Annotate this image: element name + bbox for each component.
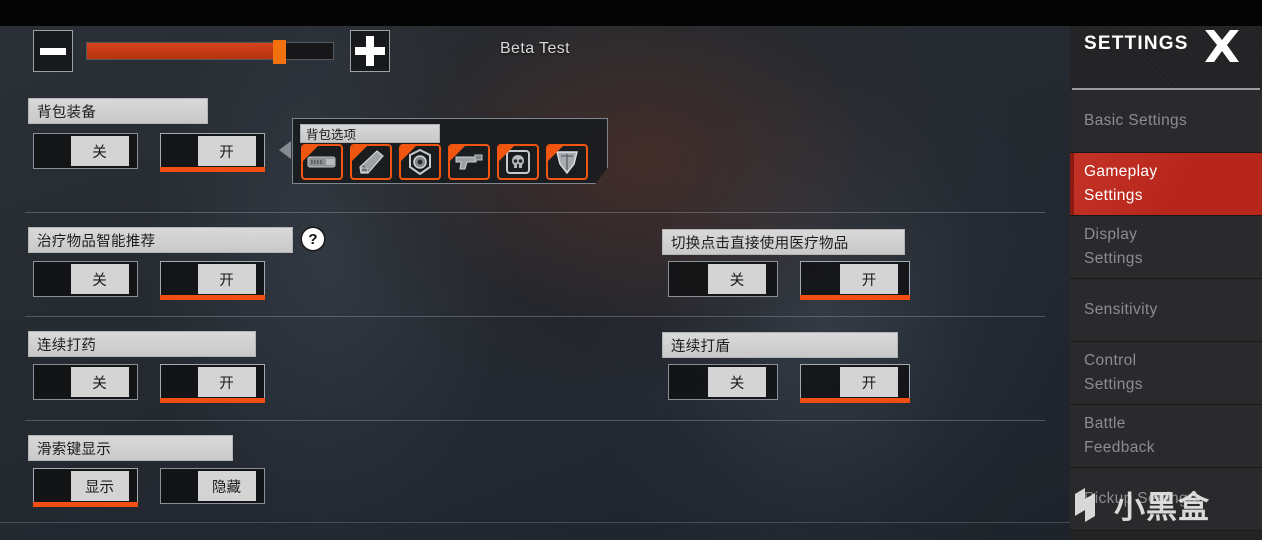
settings-sidebar: SETTINGS Basic Settings Gameplay Setting… bbox=[1070, 0, 1262, 540]
option-continuous-heal: 连续打药 bbox=[28, 331, 256, 357]
continuous-heal-on-button[interactable]: 开 bbox=[160, 364, 265, 403]
top-black-bar bbox=[0, 0, 1262, 26]
backpack-gear-off-button[interactable]: 关 bbox=[33, 133, 138, 169]
sidebar-item-battle-feedback[interactable]: Battle Feedback bbox=[1070, 405, 1262, 468]
sidebar-item-pickup-settings[interactable]: Pickup Settings bbox=[1070, 468, 1262, 531]
sidebar-item-label: Control bbox=[1084, 351, 1137, 369]
sidebar-item-sensitivity[interactable]: Sensitivity bbox=[1070, 279, 1262, 342]
toggle-text: 隐藏 bbox=[197, 471, 256, 501]
sidebar-item-label-2: Settings bbox=[1084, 187, 1143, 204]
settings-main-pane: Beta Test 背包装备 关 开 背包选项 治疗物品智能推荐 ? 关 开 切… bbox=[0, 0, 1070, 540]
sidebar-item-label: Battle bbox=[1084, 414, 1126, 432]
toggle-text: 开 bbox=[840, 264, 898, 294]
option-tap-to-use-heal: 切换点击直接使用医疗物品 bbox=[662, 229, 905, 255]
sidebar-item-display-settings[interactable]: Display Settings bbox=[1070, 216, 1262, 279]
sidebar-item-label-2: Feedback bbox=[1084, 439, 1155, 456]
weapon-attachment-icon[interactable] bbox=[350, 144, 392, 180]
flyout-title: 背包选项 bbox=[300, 124, 440, 143]
toggle-text: 关 bbox=[70, 136, 129, 166]
option-label: 连续打药 bbox=[28, 331, 256, 357]
bottom-separator bbox=[0, 522, 1070, 523]
sidebar-item-gameplay-settings[interactable]: Gameplay Settings bbox=[1070, 153, 1262, 216]
sidebar-item-label: Basic Settings bbox=[1084, 111, 1188, 129]
flyout-pointer-icon bbox=[279, 141, 291, 159]
option-backpack-gear: 背包装备 bbox=[28, 98, 208, 124]
zipline-key-toggles: 显示 隐藏 bbox=[33, 468, 265, 507]
tap-to-use-heal-off-button[interactable]: 关 bbox=[668, 261, 778, 297]
help-icon[interactable]: ? bbox=[302, 228, 324, 250]
body-shield-icon[interactable] bbox=[546, 144, 588, 180]
tap-to-use-heal-on-button[interactable]: 开 bbox=[800, 261, 910, 300]
continuous-shield-toggles: 关 开 bbox=[668, 364, 910, 403]
toggle-text: 开 bbox=[197, 264, 256, 294]
sidebar-item-label: Display bbox=[1084, 225, 1138, 243]
smart-heal-toggles: 关 开 bbox=[33, 261, 265, 300]
sidebar-item-label: Sensitivity bbox=[1084, 300, 1158, 318]
toggle-text: 关 bbox=[70, 264, 129, 294]
option-label: 治疗物品智能推荐 bbox=[28, 227, 293, 253]
smart-heal-off-button[interactable]: 关 bbox=[33, 261, 138, 297]
continuous-heal-toggles: 关 开 bbox=[33, 364, 265, 403]
settings-screen: Beta Test 背包装备 关 开 背包选项 治疗物品智能推荐 ? 关 开 切… bbox=[0, 0, 1262, 540]
option-label: 切换点击直接使用医疗物品 bbox=[662, 229, 905, 255]
backpack-item-icon-row bbox=[301, 144, 588, 180]
toggle-text: 开 bbox=[197, 136, 256, 166]
row-separator bbox=[25, 420, 1045, 421]
close-x-icon[interactable] bbox=[1202, 28, 1242, 64]
tap-to-use-heal-toggles: 关 开 bbox=[668, 261, 910, 300]
row-separator bbox=[25, 212, 1045, 213]
row-separator bbox=[25, 316, 1045, 317]
toggle-text: 开 bbox=[840, 367, 898, 397]
option-zipline-key-display: 滑索键显示 bbox=[28, 435, 233, 461]
toggle-text: 关 bbox=[708, 367, 766, 397]
toggle-text: 显示 bbox=[70, 471, 129, 501]
sidebar-item-label: Pickup Settings bbox=[1084, 489, 1197, 507]
option-label: 背包装备 bbox=[28, 98, 208, 124]
helmet-armor-icon[interactable] bbox=[399, 144, 441, 180]
option-label: 滑索键显示 bbox=[28, 435, 233, 461]
beta-test-label: Beta Test bbox=[499, 40, 570, 57]
zipline-hide-button[interactable]: 隐藏 bbox=[160, 468, 265, 504]
toggle-text: 关 bbox=[708, 264, 766, 294]
continuous-heal-off-button[interactable]: 关 bbox=[33, 364, 138, 400]
pistol-weapon-icon[interactable] bbox=[448, 144, 490, 180]
backpack-gear-toggles: 关 开 bbox=[33, 133, 265, 172]
toggle-text: 开 bbox=[197, 367, 256, 397]
option-smart-heal-recommend: 治疗物品智能推荐 bbox=[28, 227, 293, 253]
sidebar-item-label-2: Settings bbox=[1084, 250, 1143, 267]
continuous-shield-on-button[interactable]: 开 bbox=[800, 364, 910, 403]
continuous-shield-off-button[interactable]: 关 bbox=[668, 364, 778, 400]
backpack-options-flyout: 背包选项 bbox=[292, 118, 608, 184]
backpack-gear-on-button[interactable]: 开 bbox=[160, 133, 265, 172]
option-continuous-shield: 连续打盾 bbox=[662, 332, 898, 358]
smart-heal-on-button[interactable]: 开 bbox=[160, 261, 265, 300]
sidebar-item-control-settings[interactable]: Control Settings bbox=[1070, 342, 1262, 405]
sidebar-item-basic-settings[interactable]: Basic Settings bbox=[1070, 90, 1262, 153]
option-label: 连续打盾 bbox=[662, 332, 898, 358]
toggle-text: 关 bbox=[70, 367, 129, 397]
zipline-show-button[interactable]: 显示 bbox=[33, 468, 138, 507]
ammo-magazine-icon[interactable] bbox=[301, 144, 343, 180]
death-box-banner-icon[interactable] bbox=[497, 144, 539, 180]
sidebar-item-label-2: Settings bbox=[1084, 376, 1143, 393]
sidebar-title: SETTINGS bbox=[1084, 33, 1189, 54]
sidebar-item-label: Gameplay bbox=[1084, 162, 1158, 180]
